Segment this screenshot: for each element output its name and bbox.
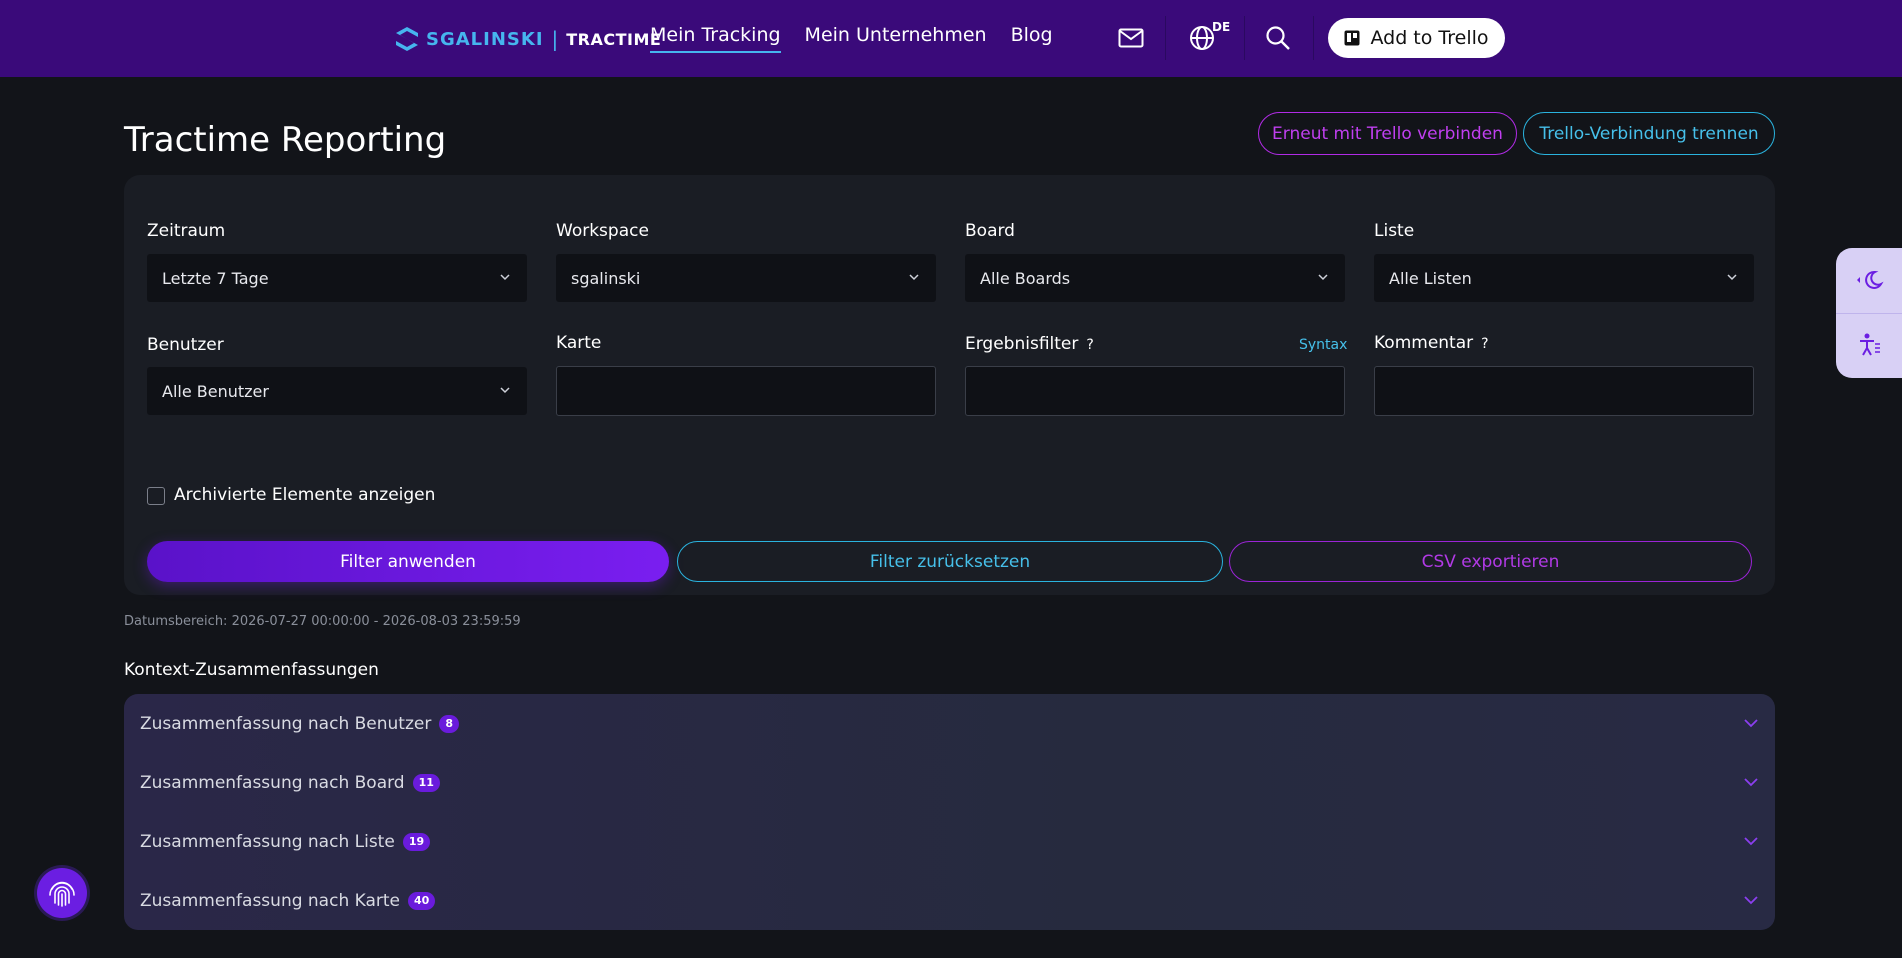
ergebnisfilter-input[interactable] xyxy=(965,366,1345,416)
accordion-item-label: Zusammenfassung nach Benutzer xyxy=(140,713,432,734)
language-code[interactable]: DE xyxy=(1212,20,1230,34)
accordion-item-label: Zusammenfassung nach Karte xyxy=(140,890,401,911)
date-range-text: Datumsbereich: 2026-07-27 00:00:00 - 202… xyxy=(124,614,521,629)
sgalinski-logo-icon xyxy=(396,27,418,51)
disconnect-trello-button[interactable]: Trello-Verbindung trennen xyxy=(1523,112,1775,155)
ergebnisfilter-help-icon[interactable]: ? xyxy=(1086,337,1093,353)
trello-icon xyxy=(1344,30,1360,46)
liste-value: Alle Listen xyxy=(1389,268,1472,288)
benutzer-select[interactable]: Alle Benutzer xyxy=(147,367,527,415)
summaries-title: Kontext-Zusammenfassungen xyxy=(124,660,379,680)
export-csv-button[interactable]: CSV exportieren xyxy=(1229,541,1752,582)
accordion-item-board[interactable]: Zusammenfassung nach Board 11 xyxy=(124,753,1775,812)
header-divider xyxy=(1165,16,1166,60)
liste-select[interactable]: Alle Listen xyxy=(1374,254,1754,302)
zeitraum-label: Zeitraum xyxy=(147,221,226,241)
chevron-down-icon xyxy=(1744,896,1758,905)
reconnect-trello-button[interactable]: Erneut mit Trello verbinden xyxy=(1258,112,1517,155)
nav-mein-unternehmen[interactable]: Mein Unternehmen xyxy=(805,24,987,53)
benutzer-value: Alle Benutzer xyxy=(162,381,269,401)
syntax-link[interactable]: Syntax xyxy=(1299,337,1347,353)
zeitraum-select[interactable]: Letzte 7 Tage xyxy=(147,254,527,302)
mail-icon[interactable] xyxy=(1115,22,1147,54)
chevron-down-icon xyxy=(500,274,510,281)
chevron-down-icon xyxy=(1744,778,1758,787)
add-to-trello-button[interactable]: Add to Trello xyxy=(1328,18,1505,58)
nav-mein-tracking[interactable]: Mein Tracking xyxy=(650,24,781,53)
kommentar-help-icon[interactable]: ? xyxy=(1481,336,1488,352)
accordion-item-karte[interactable]: Zusammenfassung nach Karte 40 xyxy=(124,871,1775,930)
nav-blog[interactable]: Blog xyxy=(1011,24,1053,53)
kommentar-label: Kommentar? xyxy=(1374,333,1489,353)
board-select[interactable]: Alle Boards xyxy=(965,254,1345,302)
header-divider xyxy=(1244,16,1245,60)
add-to-trello-label: Add to Trello xyxy=(1370,27,1489,49)
count-badge: 11 xyxy=(412,773,440,792)
karte-label: Karte xyxy=(556,333,602,353)
header-divider xyxy=(1313,16,1314,60)
chevron-down-icon xyxy=(909,274,919,281)
accordion-item-liste[interactable]: Zusammenfassung nach Liste 19 xyxy=(124,812,1775,871)
kommentar-input[interactable] xyxy=(1374,366,1754,416)
chevron-down-icon xyxy=(1744,837,1758,846)
apply-filter-button[interactable]: Filter anwenden xyxy=(147,541,669,582)
brand-logo[interactable]: SGALINSKI | TRACTIME xyxy=(394,24,661,54)
karte-input[interactable] xyxy=(556,366,936,416)
dark-mode-toggle-icon[interactable] xyxy=(1852,263,1886,297)
widget-divider xyxy=(1836,313,1902,314)
benutzer-label: Benutzer xyxy=(147,335,224,355)
workspace-select[interactable]: sgalinski xyxy=(556,254,936,302)
liste-label: Liste xyxy=(1374,221,1415,241)
board-label: Board xyxy=(965,221,1015,241)
fingerprint-icon xyxy=(49,881,75,907)
chevron-down-icon xyxy=(1727,274,1737,281)
search-icon[interactable] xyxy=(1262,22,1294,54)
count-badge: 40 xyxy=(408,891,436,910)
logo-separator: | xyxy=(551,27,559,51)
reset-filter-button[interactable]: Filter zurücksetzen xyxy=(677,541,1223,582)
accessibility-icon[interactable] xyxy=(1852,328,1886,362)
kommentar-label-text: Kommentar xyxy=(1374,333,1474,353)
chevron-down-icon xyxy=(1744,719,1758,728)
fingerprint-privacy-button[interactable] xyxy=(37,868,87,918)
workspace-label: Workspace xyxy=(556,221,649,241)
summaries-accordion: Zusammenfassung nach Benutzer 8 Zusammen… xyxy=(124,694,1775,930)
workspace-value: sgalinski xyxy=(571,268,641,288)
board-value: Alle Boards xyxy=(980,268,1071,288)
archived-checkbox-label[interactable]: Archivierte Elemente anzeigen xyxy=(174,485,435,505)
count-badge: 8 xyxy=(439,714,459,733)
ergebnisfilter-label-text: Ergebnisfilter xyxy=(965,334,1079,354)
top-navigation-bar: SGALINSKI | TRACTIME Mein Tracking Mein … xyxy=(0,0,1902,77)
side-settings-widget xyxy=(1836,248,1902,378)
zeitraum-value: Letzte 7 Tage xyxy=(162,268,269,288)
accordion-item-label: Zusammenfassung nach Liste xyxy=(140,831,395,852)
accordion-item-label: Zusammenfassung nach Board xyxy=(140,772,405,793)
logo-brand-text: SGALINSKI xyxy=(426,28,544,50)
main-nav: Mein Tracking Mein Unternehmen Blog xyxy=(650,24,1053,53)
ergebnisfilter-label: Ergebnisfilter? xyxy=(965,334,1094,354)
chevron-down-icon xyxy=(500,387,510,394)
page-title: Tractime Reporting xyxy=(124,120,447,160)
logo-product-text: TRACTIME xyxy=(566,29,662,49)
archived-checkbox[interactable] xyxy=(147,487,165,505)
chevron-down-icon xyxy=(1318,274,1328,281)
accordion-item-benutzer[interactable]: Zusammenfassung nach Benutzer 8 xyxy=(124,694,1775,753)
count-badge: 19 xyxy=(402,832,431,851)
